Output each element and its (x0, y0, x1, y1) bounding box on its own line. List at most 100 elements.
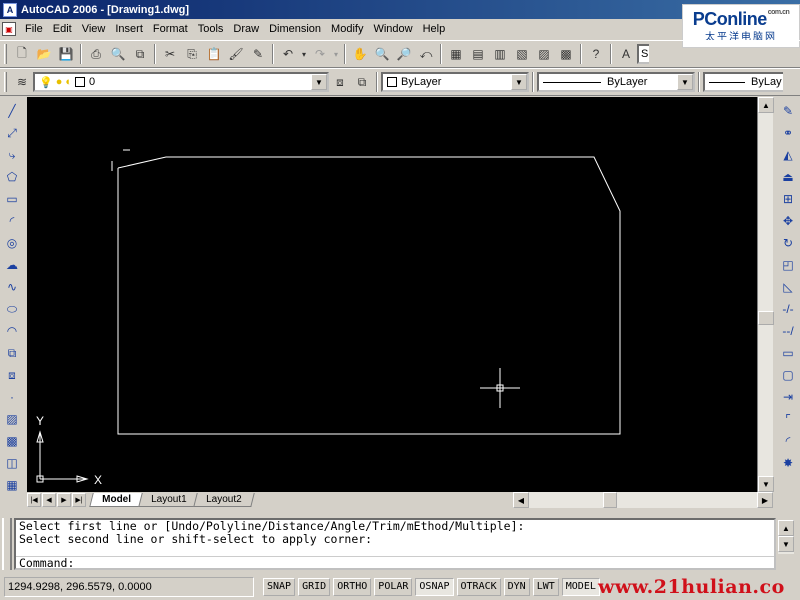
menu-help[interactable]: Help (418, 20, 451, 38)
command-scroll-up-icon[interactable]: ▲ (778, 520, 794, 536)
menu-modify[interactable]: Modify (326, 20, 368, 38)
mirror-icon[interactable]: ◭ (778, 145, 798, 165)
copy-object-icon[interactable]: ⚭ (778, 123, 798, 143)
trim-icon[interactable]: -/- (778, 299, 798, 319)
break-at-point-icon[interactable]: ▭ (778, 343, 798, 363)
polyline-icon[interactable]: ⤷ (2, 145, 22, 165)
drawing-outline[interactable] (117, 156, 621, 435)
ellipse-arc-icon[interactable]: ◠ (2, 321, 22, 341)
tab-model[interactable]: Model (89, 493, 144, 507)
make-block-icon[interactable]: ⧈ (2, 365, 22, 385)
make-object-layer-current-icon[interactable]: ⧈ (330, 72, 350, 92)
scroll-right-icon[interactable]: ▶ (757, 492, 773, 508)
ellipse-icon[interactable]: ⬭ (2, 299, 22, 319)
gradient-icon[interactable]: ▩ (2, 431, 22, 451)
menu-tools[interactable]: Tools (193, 20, 229, 38)
explode-icon[interactable]: ✸ (778, 453, 798, 473)
tab-layout1[interactable]: Layout1 (138, 493, 200, 507)
tab-layout2[interactable]: Layout2 (193, 493, 255, 507)
rectangle-icon[interactable]: ▭ (2, 189, 22, 209)
command-prompt[interactable]: Command: (16, 556, 774, 570)
toggle-dyn[interactable]: DYN (503, 578, 530, 596)
layer-combo[interactable]: 💡 ● ◐ 0 ▼ (33, 72, 329, 92)
hatch-icon[interactable]: ▨ (2, 409, 22, 429)
array-icon[interactable]: ⊞ (778, 189, 798, 209)
zoom-realtime-icon[interactable]: 🔍 (372, 44, 392, 64)
match-properties-icon[interactable]: 🖌 (226, 44, 246, 64)
fillet-icon[interactable]: ◜ (778, 431, 798, 451)
last-tab-icon[interactable]: ▶| (72, 493, 86, 507)
scroll-up-icon[interactable]: ▲ (758, 97, 774, 113)
menu-view[interactable]: View (77, 20, 111, 38)
join-icon[interactable]: ⇥ (778, 387, 798, 407)
paste-icon[interactable]: 📋 (204, 44, 224, 64)
next-tab-icon[interactable]: ▶ (57, 493, 71, 507)
break-icon[interactable]: ▢ (778, 365, 798, 385)
layer-manager-icon[interactable]: ≋ (12, 72, 32, 92)
toggle-otrack[interactable]: OTRACK (456, 578, 501, 596)
circle-icon[interactable]: ◎ (2, 233, 22, 253)
publish-icon[interactable]: ⧉ (130, 44, 150, 64)
prev-tab-icon[interactable]: ◀ (42, 493, 56, 507)
horizontal-scroll-thumb[interactable] (603, 492, 617, 508)
rotate-icon[interactable]: ↻ (778, 233, 798, 253)
stretch-icon[interactable]: ◺ (778, 277, 798, 297)
point-icon[interactable]: · (2, 387, 22, 407)
document-icon[interactable]: ▣ (2, 22, 16, 36)
menu-edit[interactable]: Edit (48, 20, 77, 38)
toolbar-grip-layers[interactable] (4, 72, 7, 92)
line-icon[interactable]: ╱ (2, 101, 22, 121)
text-style-icon[interactable]: A (616, 44, 636, 64)
scroll-down-icon[interactable]: ▼ (758, 476, 774, 492)
erase-icon[interactable]: ✎ (778, 101, 798, 121)
spline-icon[interactable]: ∿ (2, 277, 22, 297)
revision-cloud-icon[interactable]: ☁ (2, 255, 22, 275)
toggle-grid[interactable]: GRID (298, 578, 331, 596)
zoom-previous-icon[interactable]: ⤺ (416, 44, 436, 64)
layer-previous-icon[interactable]: ⧉ (352, 72, 372, 92)
move-icon[interactable]: ✥ (778, 211, 798, 231)
layer-dropdown-icon[interactable]: ▼ (311, 74, 327, 90)
menu-file[interactable]: File (20, 20, 48, 38)
vertical-scroll-thumb[interactable] (758, 311, 774, 325)
menu-format[interactable]: Format (148, 20, 193, 38)
command-window-grip[interactable] (2, 518, 12, 570)
canvas-vertical-scrollbar[interactable]: ▲ ▼ (757, 97, 774, 492)
menu-draw[interactable]: Draw (228, 20, 264, 38)
toggle-model[interactable]: MODEL (561, 578, 600, 596)
toggle-osnap[interactable]: OSNAP (415, 578, 454, 596)
markup-icon[interactable]: ▨ (534, 44, 554, 64)
toolbar-grip[interactable] (4, 44, 7, 64)
undo-dropdown-icon[interactable]: ▾ (300, 44, 308, 64)
toggle-lwt[interactable]: LWT (532, 578, 559, 596)
color-combo[interactable]: ByLayer ▼ (381, 72, 529, 92)
open-icon[interactable]: 📂 (34, 44, 54, 64)
menu-window[interactable]: Window (368, 20, 417, 38)
chamfer-icon[interactable]: ⌜ (778, 409, 798, 429)
copy-icon[interactable]: ⎘ (182, 44, 202, 64)
polygon-icon[interactable]: ⬠ (2, 167, 22, 187)
help-icon[interactable]: ? (586, 44, 606, 64)
construction-line-icon[interactable]: ⤢ (2, 123, 22, 143)
insert-block-icon[interactable]: ⧉ (2, 343, 22, 363)
tool-palettes-icon[interactable]: ▥ (490, 44, 510, 64)
extend-icon[interactable]: --/ (778, 321, 798, 341)
new-icon[interactable]: 🗋 (12, 44, 32, 64)
toggle-polar[interactable]: POLAR (374, 578, 413, 596)
plot-preview-icon[interactable]: 🔍 (108, 44, 128, 64)
color-dropdown-icon[interactable]: ▼ (511, 74, 527, 90)
scale-icon[interactable]: ◰ (778, 255, 798, 275)
undo-icon[interactable]: ↶ (278, 44, 298, 64)
lineweight-combo[interactable]: ByLay (703, 72, 783, 92)
table-icon[interactable]: ▦ (2, 475, 22, 495)
first-tab-icon[interactable]: |◀ (27, 493, 41, 507)
redo-dropdown-icon[interactable]: ▾ (332, 44, 340, 64)
plot-icon[interactable]: ⎙ (86, 44, 106, 64)
drawing-canvas[interactable]: X Y (27, 97, 757, 492)
cut-icon[interactable]: ✂ (160, 44, 180, 64)
toggle-ortho[interactable]: ORTHO (333, 578, 372, 596)
region-icon[interactable]: ◫ (2, 453, 22, 473)
command-scroll-down-icon[interactable]: ▼ (778, 536, 794, 552)
command-scrollbar[interactable]: ▲ ▼ (778, 520, 794, 554)
text-style-combo[interactable]: S (637, 44, 649, 64)
